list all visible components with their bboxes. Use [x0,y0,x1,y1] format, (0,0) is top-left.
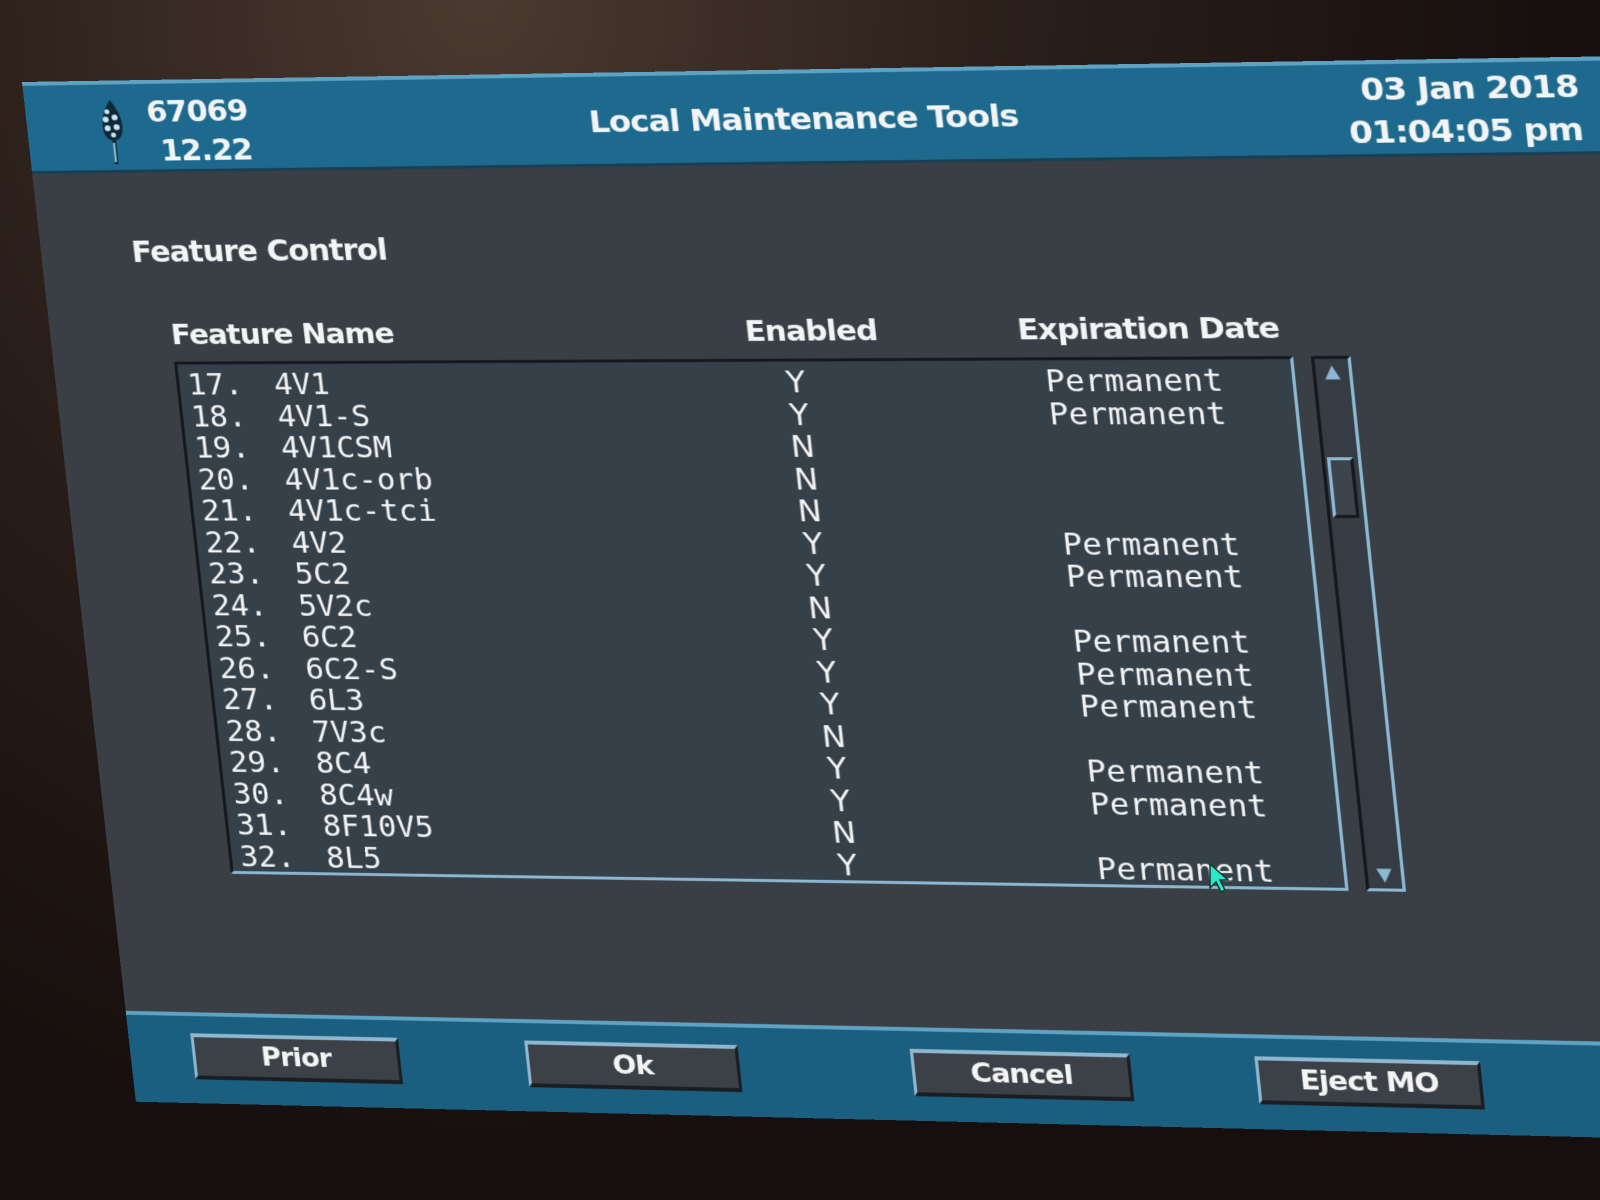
title-bar: 67069 12.22 Local Maintenance Tools 03 J… [22,56,1600,174]
expiration-date: Permanent [1074,657,1256,694]
row-number: 23. [206,557,266,592]
expiration-date: Permanent [1095,851,1276,890]
table-row[interactable]: 23. 5C2 Y Permanent [206,557,1306,596]
column-header-expiration-date: Expiration Date [1015,310,1281,347]
monitor-screen: 67069 12.22 Local Maintenance Tools 03 J… [0,0,1600,1200]
feature-list[interactable]: 17. 4V1 Y Permanent 18. 4V1-S Y Permanent 19. 4V1… [174,356,1349,891]
expiration-date: Permanent [1078,689,1259,727]
row-number: 17. [185,368,245,403]
row-number: 22. [203,525,263,560]
feature-name: 5C2 [293,557,353,592]
row-number: 24. [210,588,269,623]
row-number: 27. [220,682,280,718]
enabled-flag: N [789,430,817,465]
enabled-flag: N [795,494,824,530]
page-title: Feature Control [129,233,389,270]
cancel-button[interactable]: Cancel [909,1048,1135,1102]
ok-button[interactable]: Ok [524,1040,743,1093]
table-row[interactable]: 18. 4V1-S Y Permanent [189,396,1289,434]
expiration-date: Permanent [1071,624,1252,661]
feature-rows: 17. 4V1 Y Permanent 18. 4V1-S Y Permanent 19. 4V1… [185,363,1336,890]
expiration-date: Permanent [1084,754,1266,792]
prior-button[interactable]: Prior [190,1033,404,1085]
feature-name: 4V1-S [275,399,372,434]
enabled-flag: Y [836,848,860,883]
feature-name: 8C4 [313,746,373,782]
row-number: 32. [238,839,297,875]
row-number: 21. [199,494,259,529]
expiration-date: Permanent [1043,363,1225,400]
enabled-flag: Y [787,397,811,433]
row-number: 31. [234,808,294,843]
enabled-flag: N [792,462,821,498]
mouse-cursor-icon [1209,862,1230,894]
row-number: 25. [213,620,273,655]
feature-name: 6C2-S [303,652,400,687]
datetime: 03 Jan 2018 01:04:05 pm [1343,65,1585,154]
feature-name: 5V2c [296,589,375,624]
feature-name: 4V1c-orb [282,462,435,497]
expiration-date: Permanent [1064,559,1245,596]
row-number: 28. [224,714,283,749]
feature-name: 4V1CSM [279,430,394,466]
enabled-flag: Y [784,365,808,401]
row-number: 30. [231,777,290,812]
row-number: 20. [196,462,256,497]
enabled-flag: Y [818,687,842,723]
maintenance-window: 67069 12.22 Local Maintenance Tools 03 J… [22,56,1600,1141]
scroll-thumb[interactable] [1326,456,1360,518]
enabled-flag: N [830,815,858,851]
enabled-flag: Y [801,526,825,562]
enabled-flag: Y [825,751,849,787]
feature-name: 4V1 [272,367,332,403]
feature-name: 8L5 [324,840,384,876]
feature-name: 8C4w [317,778,395,813]
column-header-feature-name: Feature Name [169,316,396,351]
expiration-date: Permanent [1088,786,1269,825]
enabled-flag: Y [805,558,829,594]
table-row[interactable]: 21. 4V1c-tci N [199,494,1299,530]
table-row[interactable]: 20. 4V1c-orb N [196,462,1296,498]
table-row[interactable]: 19. 4V1CSM N [192,430,1292,466]
enabled-flag: Y [815,655,839,691]
table-row[interactable]: 22. 4V2 Y Permanent [203,525,1303,563]
current-date: 03 Jan 2018 [1358,68,1581,109]
expiration-date: Permanent [1047,396,1228,432]
feature-name: 6L3 [306,683,367,719]
row-number: 19. [192,431,252,466]
expiration-date: Permanent [1060,527,1242,563]
enabled-flag: N [806,591,834,626]
button-bar: Prior Ok Cancel Eject MO [125,1010,1600,1141]
row-number: 26. [217,651,276,686]
eject-mo-button[interactable]: Eject MO [1254,1056,1486,1110]
feature-name: 7V3c [310,715,388,750]
row-number: 29. [227,745,287,781]
arrow-down-icon[interactable]: ▼ [1371,864,1398,887]
row-number: 18. [189,399,249,434]
enabled-flag: Y [811,623,836,659]
current-time: 01:04:05 pm [1347,111,1585,152]
column-header-enabled: Enabled [743,313,879,348]
arrow-up-icon[interactable]: ▲ [1319,361,1346,383]
feature-name: 4V1c-tci [286,494,438,529]
feature-name: 8F10V5 [320,809,436,845]
enabled-flag: N [820,719,848,755]
enabled-flag: Y [829,783,853,819]
feature-name: 6C2 [300,620,360,655]
feature-name: 4V2 [289,525,349,561]
